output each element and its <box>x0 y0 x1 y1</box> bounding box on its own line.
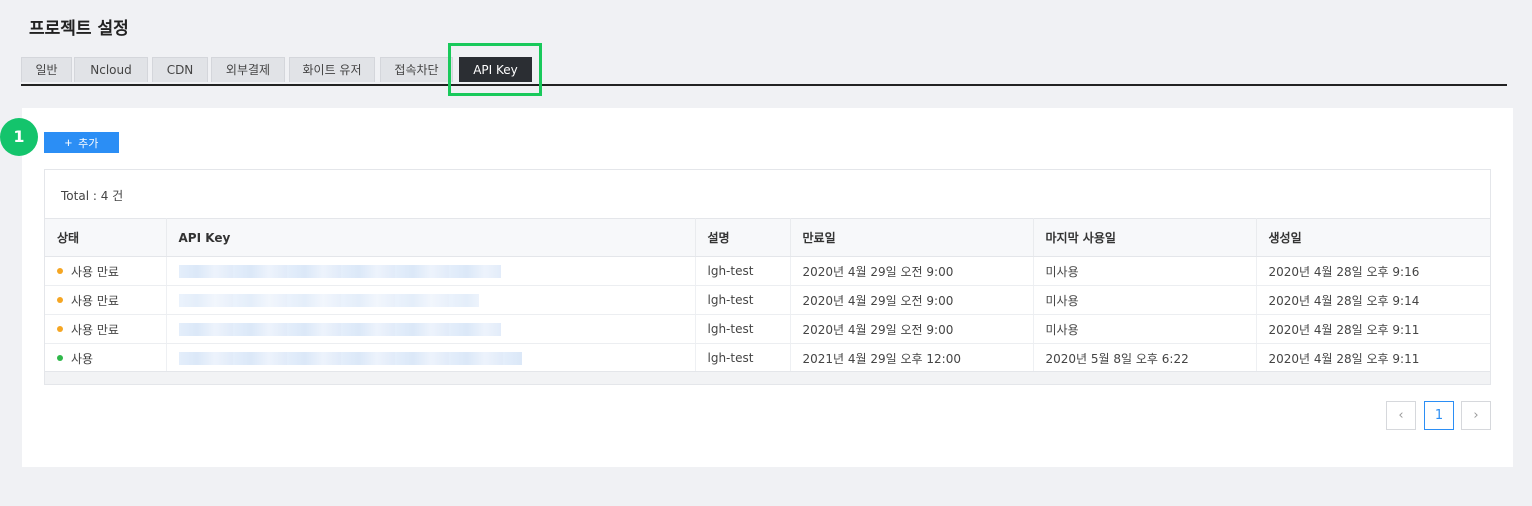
step-badge: 1 <box>0 118 38 156</box>
status-dot <box>57 355 63 361</box>
expires-cell: 2021년 4월 29일 오후 12:00 <box>790 343 1034 373</box>
table-row[interactable]: 사용 lgh-test 2021년 4월 29일 오후 12:00 2020년 … <box>45 343 1490 373</box>
table-header-row: 상태 API Key 설명 만료일 마지막 사용일 생성일 <box>45 218 1490 257</box>
tab-external-payment[interactable]: 외부결제 <box>211 57 285 82</box>
last-used-cell: 미사용 <box>1033 256 1257 286</box>
tab-ncloud[interactable]: Ncloud <box>74 57 148 82</box>
expires-cell: 2020년 4월 29일 오전 9:00 <box>790 314 1034 344</box>
status-dot <box>57 297 63 303</box>
description-cell: lgh-test <box>695 343 791 373</box>
pagination-next-button[interactable]: › <box>1461 401 1491 430</box>
status-cell: 사용 <box>45 343 167 373</box>
created-cell: 2020년 4월 28일 오후 9:11 <box>1256 314 1490 344</box>
api-key-redacted <box>178 352 522 365</box>
api-key-table-container: Total : 4 건 상태 API Key 설명 만료일 마지막 사용일 생성… <box>44 169 1491 385</box>
status-cell: 사용 만료 <box>45 285 167 315</box>
table-row[interactable]: 사용 만료 lgh-test 2020년 4월 29일 오전 9:00 미사용 … <box>45 256 1490 286</box>
last-used-cell: 미사용 <box>1033 285 1257 315</box>
description-cell: lgh-test <box>695 314 791 344</box>
tab-general[interactable]: 일반 <box>21 57 72 82</box>
horizontal-scrollbar[interactable] <box>45 371 1490 384</box>
status-dot <box>57 326 63 332</box>
expires-cell: 2020년 4월 29일 오전 9:00 <box>790 285 1034 315</box>
api-key-redacted <box>178 294 479 307</box>
last-used-cell: 2020년 5월 8일 오후 6:22 <box>1033 343 1257 373</box>
tab-highlight-box <box>448 43 542 96</box>
column-header-expires: 만료일 <box>790 218 1034 257</box>
api-key-redacted <box>178 323 501 336</box>
last-used-cell: 미사용 <box>1033 314 1257 344</box>
status-label: 사용 만료 <box>71 293 119 308</box>
api-key-table: 상태 API Key 설명 만료일 마지막 사용일 생성일 사용 만료 lgh-… <box>45 218 1490 373</box>
tab-access-block[interactable]: 접속차단 <box>380 57 453 82</box>
status-label: 사용 <box>71 351 94 366</box>
api-key-cell[interactable] <box>166 285 696 315</box>
pagination-prev-button[interactable]: ‹ <box>1386 401 1416 430</box>
table-row[interactable]: 사용 만료 lgh-test 2020년 4월 29일 오전 9:00 미사용 … <box>45 314 1490 344</box>
created-cell: 2020년 4월 28일 오후 9:16 <box>1256 256 1490 286</box>
tab-white-user[interactable]: 화이트 유저 <box>289 57 375 82</box>
column-header-last-used: 마지막 사용일 <box>1033 218 1257 257</box>
created-cell: 2020년 4월 28일 오후 9:14 <box>1256 285 1490 315</box>
tab-bar: 일반 Ncloud CDN 외부결제 화이트 유저 접속차단 API Key <box>21 57 1507 86</box>
page-title: 프로젝트 설정 <box>29 19 129 39</box>
status-cell: 사용 만료 <box>45 256 167 286</box>
add-button[interactable]: + 추가 <box>44 132 119 153</box>
chevron-left-icon: ‹ <box>1398 408 1404 423</box>
table-row[interactable]: 사용 만료 lgh-test 2020년 4월 29일 오전 9:00 미사용 … <box>45 285 1490 315</box>
created-cell: 2020년 4월 28일 오후 9:11 <box>1256 343 1490 373</box>
column-header-description: 설명 <box>695 218 791 257</box>
column-header-created: 생성일 <box>1256 218 1490 257</box>
description-cell: lgh-test <box>695 285 791 315</box>
api-key-cell[interactable] <box>166 314 696 344</box>
api-key-cell[interactable] <box>166 256 696 286</box>
api-key-redacted <box>178 265 501 278</box>
status-cell: 사용 만료 <box>45 314 167 344</box>
pagination-page-1[interactable]: 1 <box>1424 401 1454 430</box>
chevron-right-icon: › <box>1473 408 1479 423</box>
tab-cdn[interactable]: CDN <box>152 57 208 82</box>
column-header-api-key: API Key <box>166 218 696 257</box>
api-key-cell[interactable] <box>166 343 696 373</box>
add-button-label: 추가 <box>78 137 99 150</box>
status-label: 사용 만료 <box>71 264 119 279</box>
expires-cell: 2020년 4월 29일 오전 9:00 <box>790 256 1034 286</box>
status-label: 사용 만료 <box>71 322 119 337</box>
total-count: Total : 4 건 <box>61 189 124 203</box>
plus-icon: + <box>64 135 73 150</box>
column-header-status: 상태 <box>45 218 167 257</box>
status-dot <box>57 268 63 274</box>
description-cell: lgh-test <box>695 256 791 286</box>
